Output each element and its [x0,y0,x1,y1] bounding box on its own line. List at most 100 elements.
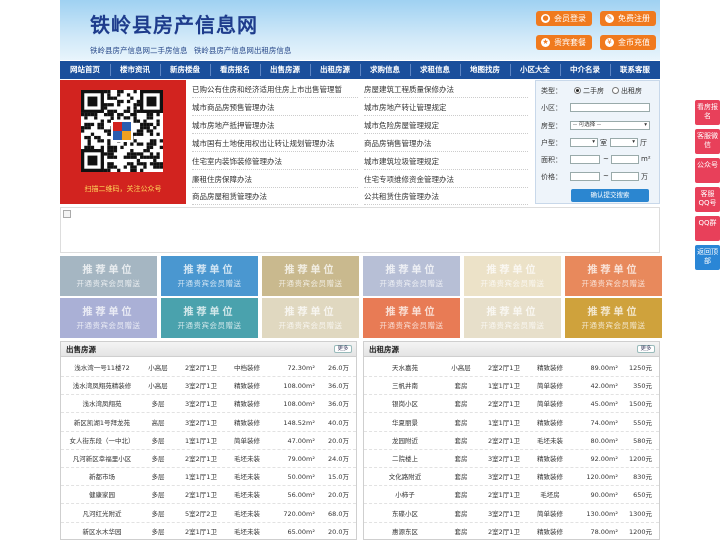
listing-row[interactable]: 健康家园 多层 2室1厅1卫 毛坯未装 56.00m² 20.0万 [61,486,356,505]
regulation-link[interactable]: 城市房地产抵押管理办法 [192,117,358,134]
price-max-input[interactable] [611,172,639,181]
listing-row[interactable]: 浅水湾一号11楼72 小高层 2室2厅1卫 中档装修 72.30m² 26.0万 [61,359,356,377]
listing-row[interactable]: 天水嘉苑 小高层 2室2厅1卫 精致装修 89.00m² 1250元 [364,359,659,377]
sale-radio[interactable] [574,87,581,94]
listing-row[interactable]: 新区水木华园 多层 2室1厅1卫 毛坯未装 65.00m² 20.0万 [61,523,356,540]
listing-row[interactable]: 浅水湾凤翔苑 多层 3室2厅1卫 精致装修 108.00m² 36.0万 [61,395,356,414]
listing-row[interactable]: 二院楼上 套房 3室2厅1卫 精致装修 92.00m² 1200元 [364,450,659,468]
regulation-link[interactable]: 城市危险房屋管理规定 [364,117,528,134]
back-to-top-icon[interactable]: 返回顶部 [695,245,720,270]
listing-name[interactable]: 健康家园 [65,486,139,504]
area-min-input[interactable] [570,155,600,164]
recommended-ad-slot[interactable]: 推荐单位 开通贵宾会员赠送 [464,298,561,338]
listing-name[interactable]: 龙园附近 [368,432,442,450]
sale-more-link[interactable]: 更多 [334,345,352,353]
listing-row[interactable]: 三帆井南 套房 1室1厅1卫 简单装修 42.00m² 350元 [364,377,659,396]
regulation-link[interactable]: 商品房屋租赁管理办法 [192,188,358,206]
listing-row[interactable]: 新区凯湖1号拜龙苑 高层 3室2厅1卫 精致装修 148.52m² 40.0万 [61,414,356,432]
regulation-link[interactable]: 已购公有住房和经济适用住房上市出售管理暂 [192,81,358,98]
listing-name[interactable]: 新都市场 [65,468,139,486]
regulation-link[interactable]: 城市房地产转让管理规定 [364,99,528,116]
area-max-input[interactable] [611,155,639,164]
nav-item[interactable]: 网站首页 [60,61,110,79]
regulation-link[interactable]: 城市国有土地使用权出让转让规划管理办法 [192,135,358,152]
regulation-link[interactable]: 城市商品房预售管理办法 [192,99,358,116]
recommended-ad-slot[interactable]: 推荐单位 开通贵宾会员赠送 [363,256,460,296]
listing-row[interactable]: 小柿子 套房 2室1厅1卫 毛坯房 90.00m² 650元 [364,486,659,505]
listing-row[interactable]: 凡河新区幸福里小区 多层 2室2厅1卫 毛坯未装 79.00m² 24.0万 [61,450,356,468]
listing-name[interactable]: 浅水湾一号11楼72 [65,359,139,377]
regulation-link[interactable]: 商品房销售管理办法 [364,135,528,152]
listing-row[interactable]: 华夏丽景 套房 1室1厅1卫 精致装修 74.00m² 550元 [364,414,659,432]
recommended-ad-slot[interactable]: 推荐单位 开通贵宾会员赠送 [565,256,662,296]
nav-item[interactable]: 小区大全 [510,61,560,79]
coin-recharge-button[interactable]: ¥ 金币充值 [600,35,656,50]
listing-name[interactable]: 三帆井南 [368,377,442,395]
site-title[interactable]: 铁岭县房产信息网 [90,9,258,38]
nav-item[interactable]: 出租房源 [310,61,360,79]
qq-icon[interactable]: 客服QQ号 [695,187,720,212]
recommended-ad-slot[interactable]: 推荐单位 开通贵宾会员赠送 [60,298,157,338]
recommended-ad-slot[interactable]: 推荐单位 开通贵宾会员赠送 [60,256,157,296]
recommended-ad-slot[interactable]: 推荐单位 开通贵宾会员赠送 [161,256,258,296]
official-account-icon[interactable]: 公众号 [695,158,720,183]
listing-name[interactable]: 浅水湾凤翔苑精装修 [65,377,139,395]
wechat-icon[interactable]: 客服微信 [695,129,720,154]
rent-more-link[interactable]: 更多 [637,345,655,353]
nav-item[interactable]: 新房楼盘 [160,61,210,79]
nav-item[interactable]: 求租信息 [410,61,460,79]
recommended-ad-slot[interactable]: 推荐单位 开通贵宾会员赠送 [464,256,561,296]
listing-name[interactable]: 浅水湾凤翔苑 [65,395,139,413]
listing-name[interactable]: 二院楼上 [368,450,442,468]
nav-item[interactable]: 求购信息 [360,61,410,79]
login-button[interactable]: ● 会员登录 [536,11,592,26]
price-min-input[interactable] [570,172,600,181]
listing-name[interactable]: 华夏丽景 [368,414,442,432]
listing-row[interactable]: 东碟小区 套房 3室2厅1卫 简单装修 130.00m² 1300元 [364,505,659,523]
listing-row[interactable]: 新都市场 多层 1室1厅1卫 毛坯未装 50.00m² 15.0万 [61,468,356,487]
listing-name[interactable]: 小柿子 [368,486,442,504]
register-button[interactable]: ✎ 免费注册 [600,11,656,26]
recommended-ad-slot[interactable]: 推荐单位 开通贵宾会员赠送 [363,298,460,338]
regulation-link[interactable]: 住宅专项维修资金管理办法 [364,171,528,188]
listing-name[interactable]: 新区凯湖1号拜龙苑 [65,414,139,432]
nav-item[interactable]: 地图找房 [460,61,510,79]
listing-name[interactable]: 东碟小区 [368,505,442,523]
listing-row[interactable]: 女人街东段（一中北） 多层 1室1厅1卫 简单装修 47.00m² 20.0万 [61,432,356,450]
regulation-link[interactable]: 廉租住房保障办法 [192,171,358,188]
hall-count-select[interactable]: ▾ [610,138,638,147]
regulation-link[interactable]: 公共租赁住房管理办法 [364,188,528,206]
regulation-link[interactable]: 房屋建筑工程质量保修办法 [364,81,528,98]
listing-row[interactable]: 浅水湾凤翔苑精装修 小高层 3室2厅1卫 精致装修 108.00m² 36.0万 [61,377,356,396]
rent-radio[interactable] [612,87,619,94]
regulation-link[interactable]: 住宅室内装饰装修管理办法 [192,153,358,170]
listing-name[interactable]: 凡河新区幸福里小区 [65,450,139,468]
banner-image[interactable] [60,207,660,253]
house-visit-icon[interactable]: 看房报名 [695,100,720,125]
layout-select[interactable]: -- 可选择 -- ▾ [570,121,650,130]
nav-item[interactable]: 出售房源 [260,61,310,79]
vip-package-button[interactable]: ★ 贵宾套餐 [536,35,592,50]
recommended-ad-slot[interactable]: 推荐单位 开通贵宾会员赠送 [262,298,359,338]
nav-item[interactable]: 楼市资讯 [110,61,160,79]
nav-item[interactable]: 看房报名 [210,61,260,79]
listing-name[interactable]: 惠源东区 [368,523,442,540]
listing-name[interactable]: 银岗小区 [368,395,442,413]
recommended-ad-slot[interactable]: 推荐单位 开通贵宾会员赠送 [262,256,359,296]
room-count-select[interactable]: ▾ [570,138,598,147]
listing-row[interactable]: 银岗小区 套房 2室2厅1卫 简单装修 45.00m² 1500元 [364,395,659,414]
listing-name[interactable]: 凡河红光附近 [65,505,139,523]
listing-name[interactable]: 女人街东段（一中北） [65,432,139,450]
nav-item[interactable]: 中介名录 [560,61,610,79]
listing-name[interactable]: 新区水木华园 [65,523,139,540]
listing-name[interactable]: 文化路附近 [368,468,442,486]
regulation-link[interactable]: 城市建筑垃圾管理规定 [364,153,528,170]
community-input[interactable] [570,103,650,112]
listing-row[interactable]: 凡河红光附近 多层 5室2厅2卫 毛坯未装 720.00m² 68.0万 [61,505,356,523]
qq-group-icon[interactable]: QQ群 [695,216,720,241]
listing-row[interactable]: 文化路附近 套房 3室2厅1卫 精致装修 120.00m² 830元 [364,468,659,487]
nav-item[interactable]: 联系客服 [610,61,660,79]
search-submit-button[interactable]: 确认提交搜索 [571,189,649,202]
listing-row[interactable]: 惠源东区 套房 2室2厅1卫 精致装修 78.00m² 1200元 [364,523,659,540]
listing-row[interactable]: 龙园附近 套房 2室2厅1卫 毛坯未装 80.00m² 580元 [364,432,659,450]
